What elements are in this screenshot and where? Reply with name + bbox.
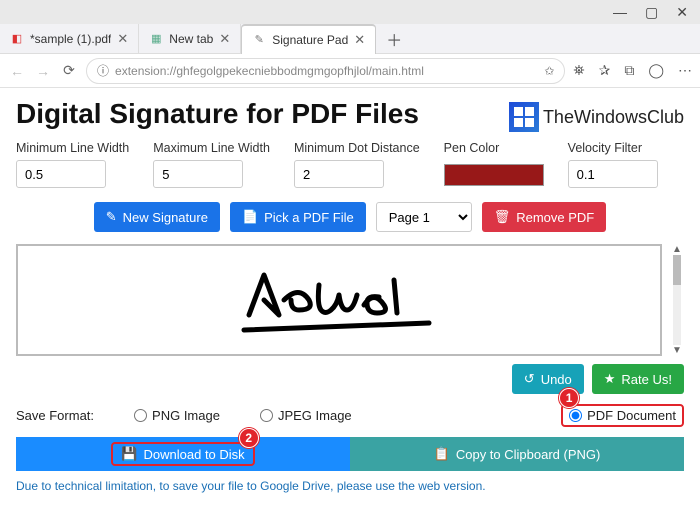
tabs-row: ◧ *sample (1).pdf ✕ ▦ New tab ✕ ✎ Signat… [0,24,700,54]
address-bar[interactable]: ⓘ extension://ghfegolgpekecniebbodmgmgop… [86,58,565,84]
pen-color-group: Pen Color [444,140,544,188]
tab-label: New tab [169,32,213,46]
format-jpeg[interactable]: JPEG Image [260,408,352,423]
max-line-width-input[interactable] [153,160,243,188]
callout-1: 1 [559,388,579,408]
pick-pdf-button[interactable]: 📄 Pick a PDF File [230,202,366,232]
brand-block: TheWindowsClub [509,102,684,132]
star-icon: ★ [604,371,616,387]
address-row: ← → ⟳ ⓘ extension://ghfegolgpekecniebbod… [0,54,700,88]
brand-logo-icon [509,102,539,132]
save-icon: 💾 [121,446,137,462]
action-row: ✎ New Signature 📄 Pick a PDF File Page 1… [16,202,684,232]
collections-icon[interactable]: ⧉ [624,62,634,79]
newtab-icon: ▦ [149,32,163,46]
max-line-width-label: Maximum Line Width [153,140,270,156]
undo-label: Undo [541,372,572,387]
forward-icon[interactable]: → [34,63,52,79]
close-icon[interactable]: ✕ [219,31,230,47]
clipboard-icon: 📋 [434,446,450,462]
signature-canvas[interactable] [16,244,662,356]
refresh-icon[interactable]: ⟳ [60,62,78,79]
menu-icon[interactable]: ⋯ [678,62,692,79]
tab-new-tab[interactable]: ▦ New tab ✕ [139,24,241,54]
close-icon[interactable]: ✕ [117,31,128,47]
new-signature-label: New Signature [123,210,208,225]
signature-canvas-wrap: ▲ ▼ [16,244,684,356]
toolbar-right: ⛯ ✰ ⧉ ◯ ⋯ [573,62,692,79]
min-dot-distance-label: Minimum Dot Distance [294,140,420,156]
signature-drawing [229,255,449,345]
format-jpeg-label: JPEG Image [278,408,352,423]
velocity-filter-group: Velocity Filter [568,140,658,188]
tab-label: *sample (1).pdf [30,32,111,46]
pdf-icon: ◧ [10,32,24,46]
close-icon[interactable]: ✕ [354,32,365,48]
copy-label: Copy to Clipboard (PNG) [456,447,601,462]
bottom-buttons: 2 💾 Download to Disk 📋 Copy to Clipboard… [16,437,684,471]
rate-us-label: Rate Us! [621,372,672,387]
save-format-row: Save Format: PNG Image JPEG Image 1 PDF … [16,404,684,427]
remove-pdf-label: Remove PDF [516,210,594,225]
remove-pdf-button[interactable]: 🗑 Remove PDF [482,202,607,232]
velocity-filter-label: Velocity Filter [568,140,658,156]
info-icon: ⓘ [97,62,109,79]
rate-us-button[interactable]: ★ Rate Us! [592,364,684,394]
min-line-width-label: Minimum Line Width [16,140,129,156]
reader-icon[interactable]: ✩ [544,64,554,78]
min-dot-distance-group: Minimum Dot Distance [294,140,420,188]
file-icon: 📄 [242,209,258,225]
tab-signature-pad[interactable]: ✎ Signature Pad ✕ [241,24,376,54]
min-line-width-input[interactable] [16,160,106,188]
browser-chrome: — ▢ ✕ ◧ *sample (1).pdf ✕ ▦ New tab ✕ ✎ … [0,0,700,88]
page-title: Digital Signature for PDF Files [16,98,419,130]
profile-icon[interactable]: ◯ [648,62,664,79]
format-pdf[interactable]: 1 PDF Document [561,404,684,427]
save-format-label: Save Format: [16,408,94,423]
trash-icon: 🗑 [494,209,511,225]
window-close[interactable]: ✕ [676,4,688,21]
format-jpeg-radio[interactable] [260,409,273,422]
window-maximize[interactable]: ▢ [645,4,658,21]
controls-row: Minimum Line Width Maximum Line Width Mi… [16,140,684,188]
velocity-filter-input[interactable] [568,160,658,188]
address-text: extension://ghfegolgpekecniebbodmgmgopfh… [115,64,424,78]
format-pdf-label: PDF Document [587,408,676,423]
format-png[interactable]: PNG Image [134,408,220,423]
scroll-down-icon[interactable]: ▼ [672,345,682,356]
format-png-radio[interactable] [134,409,147,422]
undo-row: ↺ Undo ★ Rate Us! [16,364,684,394]
copy-clipboard-button[interactable]: 📋 Copy to Clipboard (PNG) [350,437,684,471]
pick-pdf-label: Pick a PDF File [264,210,354,225]
new-tab-button[interactable]: ＋ [376,27,412,51]
page-content: Digital Signature for PDF Files TheWindo… [0,88,700,503]
window-minimize[interactable]: — [613,4,627,20]
extension-icon: ✎ [252,33,266,47]
download-to-disk-button[interactable]: 2 💾 Download to Disk [16,437,350,471]
brand-text: TheWindowsClub [543,107,684,128]
back-icon[interactable]: ← [8,63,26,79]
scroll-up-icon[interactable]: ▲ [672,244,682,255]
edit-icon: ✎ [106,209,117,225]
tab-label: Signature Pad [272,33,348,47]
undo-icon: ↺ [524,371,535,387]
web-version-note: Due to technical limitation, to save you… [16,479,684,493]
scroll-thumb[interactable] [673,255,681,285]
download-label: Download to Disk [144,447,245,462]
new-signature-button[interactable]: ✎ New Signature [94,202,220,232]
pen-color-label: Pen Color [444,140,544,156]
min-line-width-group: Minimum Line Width [16,140,129,188]
window-controls: — ▢ ✕ [0,0,700,24]
min-dot-distance-input[interactable] [294,160,384,188]
format-png-label: PNG Image [152,408,220,423]
max-line-width-group: Maximum Line Width [153,140,270,188]
callout-2: 2 [239,428,259,448]
format-pdf-radio[interactable] [569,409,582,422]
pen-color-swatch[interactable] [444,164,544,186]
page-select[interactable]: Page 1 [376,202,472,232]
shopping-icon[interactable]: ⛯ [573,62,584,79]
favorites-icon[interactable]: ✰ [599,62,611,79]
canvas-scrollbar[interactable]: ▲ ▼ [670,244,684,356]
tab-sample-pdf[interactable]: ◧ *sample (1).pdf ✕ [0,24,139,54]
